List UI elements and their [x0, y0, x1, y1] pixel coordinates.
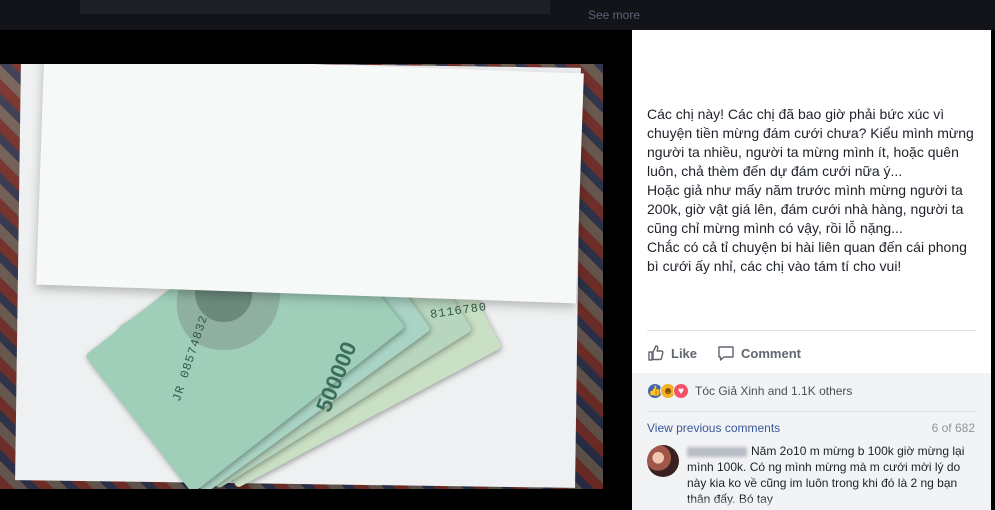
like-label: Like: [671, 345, 698, 361]
view-previous-comments-link[interactable]: View previous comments: [647, 421, 780, 435]
actions-divider: [647, 330, 976, 331]
reactions-summary[interactable]: 👍 ☻ ♥ Tóc Giả Xinh and 1.1K others: [647, 383, 852, 399]
speech-bubble-icon: [718, 346, 734, 361]
comment-button[interactable]: Comment: [717, 344, 801, 362]
comment-author-redacted[interactable]: [687, 446, 747, 457]
post-side-panel: Các chị này! Các chị đã bao giờ phải bức…: [632, 30, 991, 510]
post-actions: Like Comment: [647, 342, 821, 364]
feedback-divider: [647, 411, 976, 412]
comment-count: 6 of 682: [931, 421, 975, 435]
scroll-fade: [632, 498, 991, 510]
avatar[interactable]: [647, 445, 679, 477]
like-button[interactable]: Like: [647, 344, 697, 362]
feedback-section: 👍 ☻ ♥ Tóc Giả Xinh and 1.1K others View …: [632, 373, 991, 510]
see-more-link[interactable]: See more: [588, 8, 640, 22]
photo-viewer[interactable]: 500000 JR 08574832 8116780: [0, 30, 632, 510]
reaction-names[interactable]: Tóc Giả Xinh and 1.1K others: [695, 384, 852, 398]
top-bar: See more: [0, 0, 995, 30]
top-bar-strip: [80, 0, 550, 14]
post-text: Các chị này! Các chị đã bao giờ phải bức…: [647, 106, 974, 274]
post-photo[interactable]: 500000 JR 08574832 8116780: [0, 64, 603, 489]
comment-label: Comment: [741, 345, 801, 361]
love-reaction-icon: ♥: [673, 383, 689, 399]
envelope-flap: [36, 64, 584, 304]
thumbs-up-icon: [648, 345, 664, 361]
